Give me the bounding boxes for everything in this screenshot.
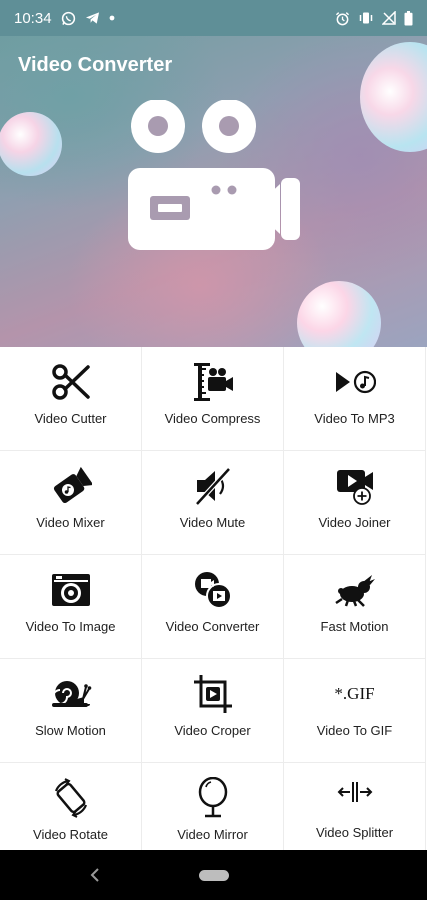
alarm-icon: [335, 11, 350, 26]
compress-icon: [142, 361, 283, 403]
whatsapp-icon: [61, 11, 76, 26]
music-camera-icon: [0, 465, 141, 507]
snail-icon: [0, 673, 141, 715]
rabbit-icon: [284, 569, 425, 611]
back-icon[interactable]: [88, 867, 102, 888]
mirror-icon: [142, 777, 283, 819]
tile-label: Video Mirror: [177, 827, 248, 842]
tile-label: Slow Motion: [35, 723, 106, 738]
decorative-bubble: [360, 42, 427, 152]
mute-icon: [142, 465, 283, 507]
tile-label: Fast Motion: [320, 619, 389, 634]
decorative-bubble: [0, 112, 62, 176]
crop-icon: [142, 673, 283, 715]
convert-icon: [142, 569, 283, 611]
tile-label: Video To GIF: [316, 723, 393, 738]
camera-icon: [0, 569, 141, 611]
video-rotate-tile[interactable]: Video Rotate: [0, 763, 142, 850]
video-converter-tile[interactable]: Video Converter: [142, 555, 284, 659]
tile-label: Video Croper: [174, 723, 251, 738]
status-time: 10:34: [14, 9, 52, 27]
app-title: Video Converter: [18, 54, 173, 76]
tile-label: Video Joiner: [318, 515, 391, 530]
tile-label: Video Mute: [179, 515, 246, 530]
slow-motion-tile[interactable]: Slow Motion: [0, 659, 142, 763]
vibrate-icon: [358, 11, 374, 25]
split-icon: [284, 771, 425, 813]
fast-motion-tile[interactable]: Fast Motion: [284, 555, 426, 659]
tile-label: Video Converter: [165, 619, 260, 634]
video-camera-icon: [128, 100, 300, 250]
decorative-bubble: [297, 281, 381, 347]
rotate-icon: [0, 777, 141, 819]
scissors-icon: [0, 361, 141, 403]
video-mixer-tile[interactable]: Video Mixer: [0, 451, 142, 555]
gif-icon: *.GIF: [284, 673, 425, 715]
video-croper-tile[interactable]: Video Croper: [142, 659, 284, 763]
video-mirror-tile[interactable]: Video Mirror: [142, 763, 284, 850]
video-to-gif-tile[interactable]: *.GIF Video To GIF: [284, 659, 426, 763]
tile-label: Video Rotate: [33, 827, 108, 842]
gif-icon-text: *.GIF: [334, 684, 375, 703]
video-cutter-tile[interactable]: Video Cutter: [0, 347, 142, 451]
video-add-icon: [284, 465, 425, 507]
tile-label: Video To Image: [25, 619, 116, 634]
tile-label: Video Mixer: [36, 515, 105, 530]
tile-label: Video To MP3: [314, 411, 395, 426]
play-music-icon: [284, 361, 425, 403]
status-bar: 10:34: [0, 0, 427, 36]
header-banner: Video Converter: [0, 36, 427, 347]
video-to-image-tile[interactable]: Video To Image: [0, 555, 142, 659]
video-compress-tile[interactable]: Video Compress: [142, 347, 284, 451]
video-splitter-tile[interactable]: Video Splitter: [284, 763, 426, 850]
tile-label: Video Compress: [164, 411, 261, 426]
telegram-icon: [85, 11, 100, 25]
tool-grid: Video Cutter Video Compress Video To MP3…: [0, 347, 427, 850]
dot-icon: [109, 15, 115, 21]
home-pill-icon[interactable]: [199, 870, 229, 881]
video-mute-tile[interactable]: Video Mute: [142, 451, 284, 555]
tile-label: Video Splitter: [315, 825, 394, 840]
video-to-mp3-tile[interactable]: Video To MP3: [284, 347, 426, 451]
navigation-bar: [0, 850, 427, 900]
video-joiner-tile[interactable]: Video Joiner: [284, 451, 426, 555]
battery-icon: [404, 10, 413, 26]
tile-label: Video Cutter: [34, 411, 107, 426]
no-signal-icon: [382, 11, 396, 25]
